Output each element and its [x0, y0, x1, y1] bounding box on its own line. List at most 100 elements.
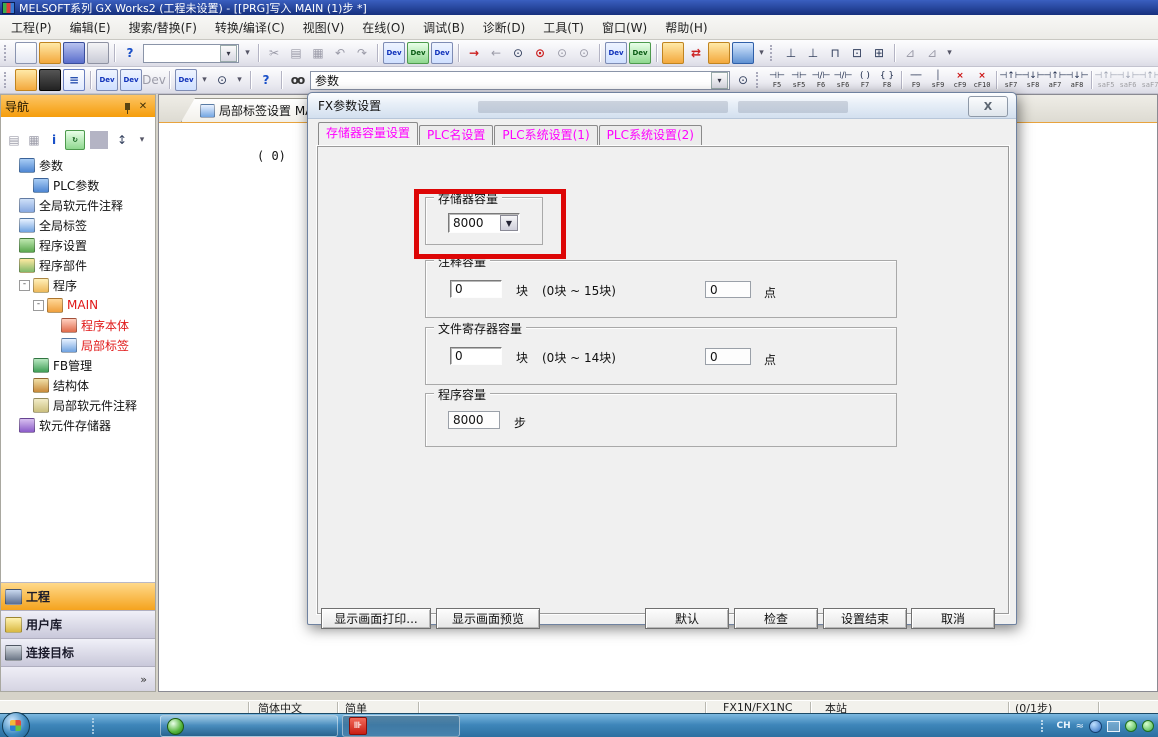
expand-toggle[interactable]: -: [33, 300, 44, 311]
paste-icon[interactable]: ▦: [308, 43, 328, 63]
tree-item[interactable]: 局部标签: [1, 335, 155, 355]
print-screen-button[interactable]: 显示画面打印...: [321, 608, 431, 629]
ladder-button[interactable]: ⊣↑⊢aF7: [1044, 68, 1066, 92]
overflow-chevron-icon[interactable]: ▾: [756, 43, 767, 63]
device-display-dropdown-icon[interactable]: Dev: [175, 69, 197, 91]
ladder-button[interactable]: [898, 68, 905, 92]
ladder-button[interactable]: ⊣/⊢F6: [810, 68, 832, 92]
tree-item[interactable]: FB管理: [1, 355, 155, 375]
transfer-setup-icon[interactable]: ⇄: [686, 43, 706, 63]
comment-display-icon[interactable]: ≡: [63, 69, 85, 91]
ladder-button[interactable]: │sF9: [927, 68, 949, 92]
step-pause-icon[interactable]: ⊓: [825, 43, 845, 63]
scope-b-icon[interactable]: ⊿: [922, 43, 942, 63]
menu-item[interactable]: 诊断(D): [474, 16, 535, 39]
dialog-titlebar[interactable]: FX参数设置 X: [308, 93, 1016, 119]
menu-item[interactable]: 帮助(H): [656, 16, 716, 39]
separator[interactable]: [281, 71, 282, 89]
window-jump-icon[interactable]: ⊞: [869, 43, 889, 63]
ladder-button[interactable]: ⊣↓⊢aF8: [1066, 68, 1088, 92]
device-zoom-a-icon[interactable]: ⊙: [508, 43, 528, 63]
menu-item[interactable]: 转换/编译(C): [206, 16, 294, 39]
check-button[interactable]: 检查: [734, 608, 818, 629]
chevron-icon[interactable]: »: [140, 673, 147, 686]
ladder-button[interactable]: ⊣↓⊢sF8: [1022, 68, 1044, 92]
file-register-blocks-input[interactable]: 0: [450, 347, 502, 365]
separator[interactable]: [377, 44, 378, 62]
separator[interactable]: [458, 44, 459, 62]
scope-a-icon[interactable]: ⊿: [900, 43, 920, 63]
write-to-plc-icon[interactable]: Dev: [383, 42, 405, 64]
device-batch-icon[interactable]: Dev: [120, 69, 142, 91]
ime-language-indicator[interactable]: CH: [1056, 721, 1070, 731]
ladder-button[interactable]: ⊣⊢sF5: [788, 68, 810, 92]
menu-item[interactable]: 在线(O): [353, 16, 414, 39]
finish-setting-button[interactable]: 设置结束: [823, 608, 907, 629]
window-zoom-icon[interactable]: ⊡: [847, 43, 867, 63]
tree-item[interactable]: 程序设置: [1, 235, 155, 255]
tree-item[interactable]: 全局软元件注释: [1, 195, 155, 215]
taskbar-app-active[interactable]: ⊪: [342, 715, 460, 737]
panel-user-library[interactable]: 用户库: [1, 611, 155, 639]
tree-item[interactable]: 程序部件: [1, 255, 155, 275]
print-icon[interactable]: [87, 42, 109, 64]
tree-item[interactable]: 程序本体: [1, 315, 155, 335]
window-tray-icon[interactable]: [1107, 721, 1120, 732]
tab-memory-capacity[interactable]: 存储器容量设置: [318, 122, 418, 145]
taskbar-app-green[interactable]: [160, 715, 338, 737]
pin-icon[interactable]: [119, 99, 135, 114]
device-search-icon[interactable]: ⊙: [212, 70, 232, 90]
toolbar-grip[interactable]: [4, 45, 10, 61]
cross-reference-binoculars-icon[interactable]: oo: [287, 70, 307, 90]
redo-icon[interactable]: ↷: [352, 43, 372, 63]
menu-item[interactable]: 工具(T): [534, 16, 593, 39]
separator[interactable]: [894, 44, 895, 62]
ladder-button[interactable]: ⊣↑⊢sF7: [1000, 68, 1022, 92]
monitor-write-icon[interactable]: Dev: [431, 42, 453, 64]
menu-item[interactable]: 工程(P): [2, 16, 61, 39]
ladder-button[interactable]: ⊣↓⊢saF6: [1117, 68, 1139, 92]
step-over-icon[interactable]: ⊥: [803, 43, 823, 63]
document-tab[interactable]: 局部标签设置 MA: [181, 98, 313, 122]
link-a-icon[interactable]: ⊙: [552, 43, 572, 63]
import-folder-icon[interactable]: [708, 42, 730, 64]
panel-project[interactable]: 工程: [1, 583, 155, 611]
ladder-button[interactable]: ⊣⊢F5: [766, 68, 788, 92]
tab-plc-name[interactable]: PLC名设置: [419, 125, 493, 145]
copy-icon[interactable]: ▤: [286, 43, 306, 63]
combo-arrow-icon[interactable]: ▾: [220, 45, 237, 62]
dropdown-caret-icon[interactable]: ▾: [133, 131, 151, 149]
dialog-close-button[interactable]: X: [968, 96, 1008, 117]
history-combo[interactable]: ▾: [143, 44, 239, 63]
tree-item[interactable]: PLC参数: [1, 175, 155, 195]
overflow-chevron-icon[interactable]: ▾: [242, 43, 253, 63]
open-project-icon[interactable]: [39, 42, 61, 64]
separator[interactable]: [169, 71, 170, 89]
separator[interactable]: [258, 44, 259, 62]
device-test-icon[interactable]: Dev: [144, 70, 164, 90]
device-chip-icon[interactable]: [39, 69, 61, 91]
toolbar-grip[interactable]: [770, 45, 776, 61]
menu-item[interactable]: 窗口(W): [593, 16, 656, 39]
menu-item[interactable]: 视图(V): [294, 16, 354, 39]
comment-blocks-input[interactable]: 0: [450, 280, 502, 298]
ladder-button[interactable]: ──F9: [905, 68, 927, 92]
help-icon[interactable]: ?: [256, 70, 276, 90]
tree-item[interactable]: 结构体: [1, 375, 155, 395]
separator[interactable]: [656, 44, 657, 62]
tree-refresh-icon[interactable]: ↻: [65, 130, 85, 150]
panel-connection-target[interactable]: 连接目标: [1, 639, 155, 667]
ladder-button[interactable]: { }F8: [876, 68, 898, 92]
wave-tray-icon[interactable]: ≈: [1076, 721, 1084, 732]
save-project-icon[interactable]: [63, 42, 85, 64]
dev-edit-icon[interactable]: Dev: [629, 42, 651, 64]
tree-item[interactable]: - MAIN: [1, 295, 155, 315]
tray-grip[interactable]: [1041, 720, 1051, 732]
separator[interactable]: [90, 71, 91, 89]
menu-item[interactable]: 调试(B): [414, 16, 474, 39]
menu-item[interactable]: 编辑(E): [61, 16, 120, 39]
step-in-icon[interactable]: ⊥: [781, 43, 801, 63]
dropdown-caret-icon[interactable]: ▾: [199, 70, 210, 90]
tree-sort-icon[interactable]: ↕: [113, 131, 131, 149]
undo-icon[interactable]: ↶: [330, 43, 350, 63]
